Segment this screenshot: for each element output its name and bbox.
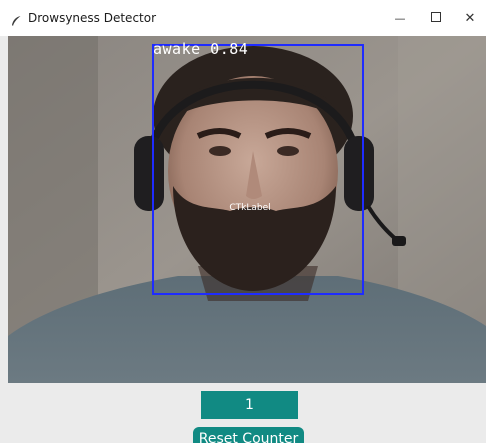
title-bar[interactable]: Drowsyness Detector — ✕ xyxy=(0,0,486,36)
webcam-feed: awake 0.84 CTkLabel xyxy=(8,36,486,383)
maximize-button[interactable] xyxy=(418,0,454,36)
maximize-icon xyxy=(431,10,441,26)
counter-value: 1 xyxy=(245,397,254,413)
feather-icon xyxy=(10,12,22,26)
minimize-button[interactable]: — xyxy=(382,0,418,36)
ctk-label: CTkLabel xyxy=(229,203,271,213)
minimize-icon: — xyxy=(394,11,406,25)
app-window: Drowsyness Detector — ✕ awake 0.84 CTkLa… xyxy=(0,0,486,443)
reset-counter-button[interactable]: Reset Counter xyxy=(193,427,304,443)
reset-counter-label: Reset Counter xyxy=(198,431,299,443)
window-title: Drowsyness Detector xyxy=(28,11,157,25)
drowsiness-counter: 1 xyxy=(201,391,298,419)
detection-label: awake 0.84 xyxy=(153,40,249,58)
detection-bounding-box xyxy=(152,44,364,295)
close-icon: ✕ xyxy=(464,10,476,26)
close-button[interactable]: ✕ xyxy=(452,0,486,36)
